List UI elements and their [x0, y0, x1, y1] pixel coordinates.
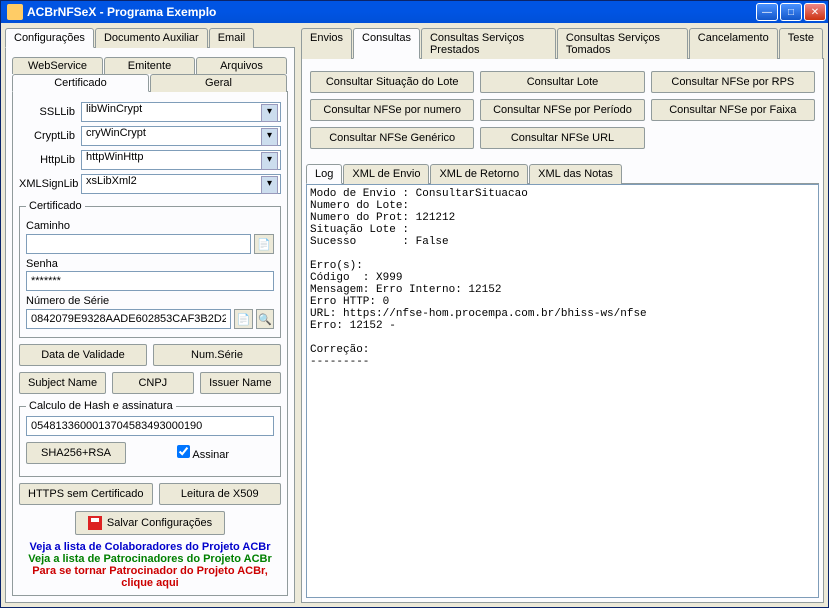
tab-cancelamento[interactable]: Cancelamento: [689, 28, 778, 59]
numserie-doc-button[interactable]: 📄: [234, 309, 252, 329]
data-validade-button[interactable]: Data de Validade: [19, 344, 147, 366]
senha-input[interactable]: [26, 271, 274, 291]
tab-email[interactable]: Email: [209, 28, 255, 48]
num-serie-button[interactable]: Num.Série: [153, 344, 281, 366]
app-icon: [7, 4, 23, 20]
https-sem-certificado-button[interactable]: HTTPS sem Certificado: [19, 483, 153, 505]
consultar-lote-button[interactable]: Consultar Lote: [480, 71, 644, 93]
sha256rsa-button[interactable]: SHA256+RSA: [26, 442, 126, 464]
document-icon: 📄: [237, 313, 251, 326]
subject-name-button[interactable]: Subject Name: [19, 372, 106, 394]
caminho-browse-button[interactable]: 📄: [254, 234, 274, 254]
caminho-input[interactable]: [26, 234, 251, 254]
consultar-nfse-numero-button[interactable]: Consultar NFSe por numero: [310, 99, 474, 121]
httplib-combo[interactable]: httpWinHttp: [81, 150, 281, 170]
cnpj-button[interactable]: CNPJ: [112, 372, 193, 394]
cryptlib-label: CryptLib: [19, 130, 81, 142]
hash-input[interactable]: [26, 416, 274, 436]
tab-consultas[interactable]: Consultas: [353, 28, 420, 59]
app-window: ACBrNFSeX - Programa Exemplo — □ ✕ Confi…: [0, 0, 829, 608]
certificado-group: Certificado Caminho 📄 Senha Número de Sé…: [19, 200, 281, 338]
certificado-legend: Certificado: [26, 200, 85, 212]
consultar-situacao-lote-button[interactable]: Consultar Situação do Lote: [310, 71, 474, 93]
search-icon: 🔍: [258, 313, 272, 326]
xmlsignlib-label: XMLSignLib: [19, 178, 81, 190]
logtab-xml-retorno[interactable]: XML de Retorno: [430, 164, 528, 184]
tab-configuracoes[interactable]: Configurações: [5, 28, 94, 48]
assinar-checkbox[interactable]: [177, 445, 190, 458]
numserie-label: Número de Série: [26, 295, 274, 307]
close-button[interactable]: ✕: [804, 3, 826, 21]
link-colaboradores[interactable]: Veja a lista de Colaboradores do Projeto…: [19, 541, 281, 553]
senha-label: Senha: [26, 258, 274, 270]
consultar-nfse-rps-button[interactable]: Consultar NFSe por RPS: [651, 71, 815, 93]
numserie-search-button[interactable]: 🔍: [256, 309, 274, 329]
issuer-name-button[interactable]: Issuer Name: [200, 372, 281, 394]
hash-legend: Calculo de Hash e assinatura: [26, 400, 176, 412]
tab-servicos-tomados[interactable]: Consultas Serviços Tomados: [557, 28, 688, 59]
salvar-configuracoes-button[interactable]: Salvar Configurações: [75, 511, 225, 535]
ssllib-label: SSLLib: [19, 106, 81, 118]
link-patrocinadores[interactable]: Veja a lista de Patrocinadores do Projet…: [19, 553, 281, 565]
titlebar[interactable]: ACBrNFSeX - Programa Exemplo — □ ✕: [1, 1, 828, 23]
consultar-nfse-url-button[interactable]: Consultar NFSe URL: [480, 127, 644, 149]
xmlsignlib-combo[interactable]: xsLibXml2: [81, 174, 281, 194]
salvar-label: Salvar Configurações: [107, 517, 212, 529]
subtab-certificado[interactable]: Certificado: [12, 74, 149, 92]
tab-envios[interactable]: Envios: [301, 28, 352, 59]
tab-teste[interactable]: Teste: [779, 28, 823, 59]
consultar-nfse-periodo-button[interactable]: Consultar NFSe por Período: [480, 99, 644, 121]
assinar-label: Assinar: [192, 449, 229, 461]
tab-documento-auxiliar[interactable]: Documento Auxiliar: [95, 28, 208, 48]
subtab-arquivos[interactable]: Arquivos: [196, 57, 287, 74]
subtab-webservice[interactable]: WebService: [12, 57, 103, 74]
caminho-label: Caminho: [26, 220, 274, 232]
link-tornar-patrocinador[interactable]: Para se tornar Patrocinador do Projeto A…: [19, 565, 281, 589]
save-icon: [88, 516, 102, 530]
consultar-nfse-generico-button[interactable]: Consultar NFSe Genérico: [310, 127, 474, 149]
log-textarea[interactable]: Modo de Envio : ConsultarSituacao Numero…: [306, 184, 819, 598]
maximize-button[interactable]: □: [780, 3, 802, 21]
logtab-log[interactable]: Log: [306, 164, 342, 184]
httplib-label: HttpLib: [19, 154, 81, 166]
logtab-xml-envio[interactable]: XML de Envio: [343, 164, 429, 184]
cryptlib-combo[interactable]: cryWinCrypt: [81, 126, 281, 146]
consultar-nfse-faixa-button[interactable]: Consultar NFSe por Faixa: [651, 99, 815, 121]
hash-group: Calculo de Hash e assinatura SHA256+RSA …: [19, 400, 281, 477]
window-title: ACBrNFSeX - Programa Exemplo: [27, 5, 756, 19]
subtab-geral[interactable]: Geral: [150, 74, 287, 92]
subtab-emitente[interactable]: Emitente: [104, 57, 195, 74]
numserie-input[interactable]: [26, 309, 231, 329]
leitura-x509-button[interactable]: Leitura de X509: [159, 483, 281, 505]
folder-icon: 📄: [257, 238, 271, 251]
logtab-xml-notas[interactable]: XML das Notas: [529, 164, 622, 184]
tab-servicos-prestados[interactable]: Consultas Serviços Prestados: [421, 28, 556, 59]
ssllib-combo[interactable]: libWinCrypt: [81, 102, 281, 122]
minimize-button[interactable]: —: [756, 3, 778, 21]
